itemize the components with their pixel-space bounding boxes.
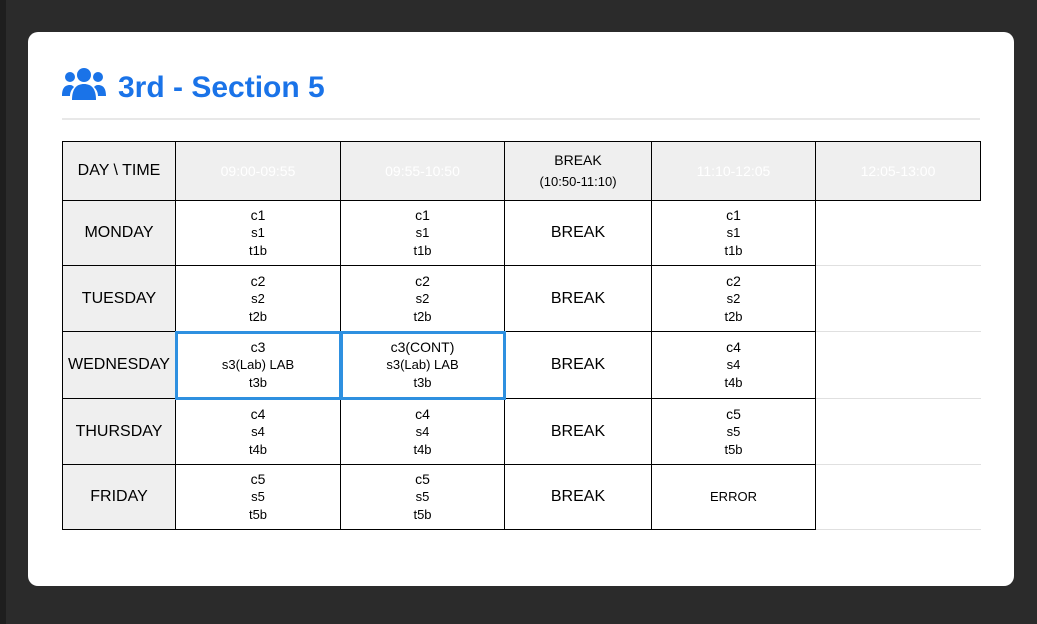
empty-cell[interactable] (815, 464, 981, 530)
teacher-code: t2b (413, 308, 432, 324)
lab-class-cell-selected[interactable]: c3(CONT) s3(Lab) LAB t3b (339, 330, 506, 400)
class-cell[interactable]: c5 s5 t5b (175, 464, 341, 530)
day-label: MONDAY (62, 200, 176, 266)
subject-code: s4 (251, 423, 265, 439)
day-label: TUESDAY (62, 265, 176, 332)
error-text: ERROR (710, 489, 757, 504)
class-code: c4 (726, 339, 741, 355)
slot-header-1: 09:00-09:55 (175, 141, 341, 201)
teacher-code: t3b (413, 375, 432, 390)
table-row: MONDAY c1 s1 t1b c1 s1 t1b BREAK c1 s1 t… (62, 200, 981, 266)
class-code: c2 (415, 272, 430, 289)
teacher-code: t5b (724, 441, 743, 457)
teacher-code: t3b (248, 375, 268, 390)
class-code: c2 (726, 272, 741, 289)
class-cell[interactable]: c4 s4 t4b (175, 398, 341, 465)
teacher-code: t4b (724, 375, 743, 390)
subject-code: s5 (726, 423, 741, 439)
day-label: WEDNESDAY (62, 331, 176, 399)
subject-code: s5 (415, 489, 430, 504)
table-row: WEDNESDAY c3 s3(Lab) LAB t3b c3(CONT) s3… (62, 330, 981, 400)
class-code: c1 (415, 207, 430, 223)
class-code: c2 (250, 272, 266, 289)
window-edge (0, 0, 6, 624)
teacher-code: t4b (413, 441, 432, 457)
break-header-time: (10:50-11:10) (539, 174, 617, 189)
class-code: c4 (250, 405, 266, 422)
title-divider (62, 118, 980, 120)
slot-header-4: 12:05-13:00 (815, 141, 981, 201)
break-cell: BREAK (504, 398, 652, 465)
class-code: c5 (415, 471, 430, 487)
day-label: FRIDAY (62, 464, 176, 530)
section-title: 3rd - Section 5 (118, 71, 325, 104)
subject-code: s3(Lab) LAB (221, 357, 295, 372)
class-cell[interactable]: c2 s2 t2b (175, 265, 341, 332)
class-code: c3 (250, 339, 266, 355)
class-cell[interactable]: c4 s4 t4b (651, 331, 816, 399)
slot-header-3: 11:10-12:05 (651, 141, 816, 201)
class-cell[interactable]: c5 s5 t5b (340, 464, 505, 530)
break-cell: BREAK (504, 200, 652, 266)
table-row: THURSDAY c4 s4 t4b c4 s4 t4b BREAK c5 s5… (62, 398, 981, 465)
subject-code: s1 (726, 225, 741, 240)
break-header: BREAK (10:50-11:10) (504, 141, 652, 201)
empty-cell[interactable] (815, 200, 981, 266)
class-code: c5 (250, 471, 266, 487)
break-header-label: BREAK (554, 152, 602, 168)
class-cell[interactable]: c2 s2 t2b (651, 265, 816, 332)
class-code: c5 (726, 405, 741, 422)
table-row: TUESDAY c2 s2 t2b c2 s2 t2b BREAK c2 s2 … (62, 265, 981, 332)
subject-code: s5 (251, 489, 265, 504)
teacher-code: t1b (413, 243, 432, 258)
lab-class-cell-selected[interactable]: c3 s3(Lab) LAB t3b (174, 330, 342, 400)
teacher-code: t1b (724, 243, 743, 258)
table-row: FRIDAY c5 s5 t5b c5 s5 t5b BREAK ERROR (62, 464, 981, 530)
empty-cell[interactable] (815, 398, 981, 465)
day-label: THURSDAY (62, 398, 176, 465)
subject-code: s2 (726, 290, 741, 306)
class-cell[interactable]: c5 s5 t5b (651, 398, 816, 465)
error-cell[interactable]: ERROR (651, 464, 816, 530)
teacher-code: t1b (248, 243, 268, 258)
subject-code: s1 (251, 225, 265, 240)
class-cell[interactable]: c1 s1 t1b (340, 200, 505, 266)
empty-cell[interactable] (815, 331, 981, 399)
class-code: c3(CONT) (390, 339, 455, 355)
break-cell: BREAK (504, 464, 652, 530)
users-icon (62, 66, 106, 110)
class-code: c1 (250, 207, 266, 223)
day-time-header: DAY \ TIME (62, 141, 176, 201)
teacher-code: t5b (413, 507, 432, 522)
class-cell[interactable]: c1 s1 t1b (175, 200, 341, 266)
subject-code: s4 (726, 357, 741, 372)
teacher-code: t2b (724, 308, 743, 324)
page-title: 3rd - Section 5 (62, 68, 325, 108)
subject-code: s1 (415, 225, 430, 240)
subject-code: s2 (251, 290, 265, 306)
subject-code: s2 (415, 290, 430, 306)
class-code: c1 (726, 207, 741, 223)
slot-header-2: 09:55-10:50 (340, 141, 505, 201)
timetable-card: 3rd - Section 5 DAY \ TIME 09:00-09:55 0… (28, 32, 1014, 586)
empty-cell[interactable] (815, 265, 981, 332)
subject-code: s4 (415, 423, 430, 439)
class-cell[interactable]: c4 s4 t4b (340, 398, 505, 465)
class-cell[interactable]: c1 s1 t1b (651, 200, 816, 266)
timetable: DAY \ TIME 09:00-09:55 09:55-10:50 BREAK… (62, 141, 981, 530)
class-code: c4 (415, 405, 430, 422)
teacher-code: t4b (248, 441, 268, 457)
break-cell: BREAK (504, 265, 652, 332)
break-cell: BREAK (504, 331, 652, 399)
subject-code: s3(Lab) LAB (386, 357, 459, 372)
teacher-code: t2b (248, 308, 268, 324)
header-row: DAY \ TIME 09:00-09:55 09:55-10:50 BREAK… (62, 141, 981, 201)
class-cell[interactable]: c2 s2 t2b (340, 265, 505, 332)
teacher-code: t5b (248, 507, 268, 522)
